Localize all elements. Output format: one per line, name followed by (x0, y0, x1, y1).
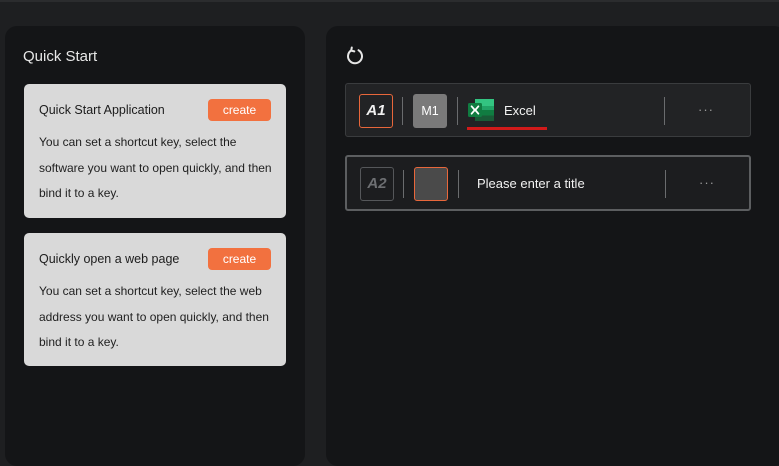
shortcut-panel: A1 M1 Excel ··· A2 Please enter a title … (326, 26, 779, 466)
create-webpage-button[interactable]: create (208, 248, 271, 270)
shortcut-row[interactable]: A1 M1 Excel ··· (345, 83, 751, 137)
quick-start-app-card: Quick Start Application create You can s… (24, 84, 286, 218)
card-description: You can set a shortcut key, select the w… (39, 284, 269, 349)
card-description: You can set a shortcut key, select the s… (39, 135, 272, 200)
quick-open-webpage-card: Quickly open a web page create You can s… (24, 233, 286, 366)
modifier-badge[interactable]: M1 (413, 94, 447, 128)
red-underline (467, 127, 547, 130)
key-badge[interactable]: A1 (359, 94, 393, 128)
top-bar (0, 0, 779, 2)
app-name: Excel (504, 103, 536, 118)
divider (402, 97, 403, 125)
create-app-button[interactable]: create (208, 99, 271, 121)
divider (457, 97, 458, 125)
card-title: Quickly open a web page (39, 252, 180, 266)
shortcut-row[interactable]: A2 Please enter a title ··· (345, 155, 751, 211)
divider (664, 97, 665, 125)
title-input[interactable]: Please enter a title (477, 176, 585, 191)
divider (458, 170, 459, 198)
refresh-icon[interactable] (345, 46, 365, 66)
modifier-badge[interactable] (414, 167, 448, 201)
key-badge[interactable]: A2 (360, 167, 394, 201)
quick-start-panel: Quick Start Quick Start Application crea… (5, 26, 305, 466)
excel-icon (468, 99, 494, 121)
more-options-icon[interactable]: ··· (698, 102, 714, 117)
card-title: Quick Start Application (39, 103, 165, 117)
panel-title: Quick Start (23, 48, 98, 65)
divider (403, 170, 404, 198)
divider (665, 170, 666, 198)
more-options-icon[interactable]: ··· (699, 175, 715, 190)
